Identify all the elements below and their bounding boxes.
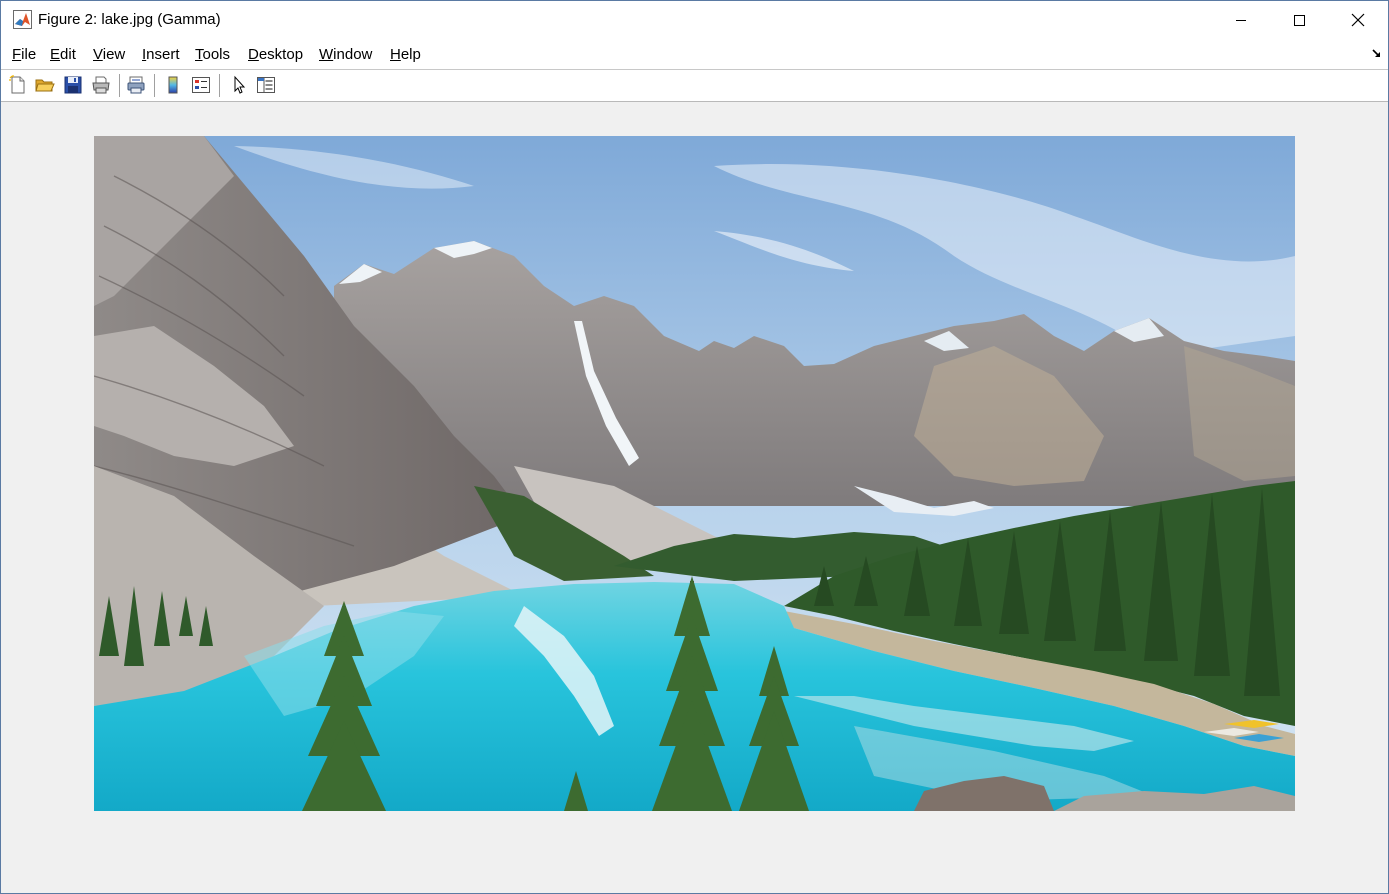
menu-tools[interactable]: Tools — [195, 46, 230, 63]
property-inspector-button[interactable] — [254, 73, 278, 97]
minimize-icon — [1236, 20, 1246, 21]
menu-edit[interactable]: Edit — [50, 46, 76, 63]
image-axes[interactable] — [94, 136, 1295, 811]
figure-canvas — [1, 102, 1388, 893]
folder-open-icon — [35, 79, 55, 92]
close-icon — [1351, 13, 1365, 27]
dock-arrow-icon[interactable] — [1371, 48, 1383, 60]
title-bar[interactable]: Figure 2: lake.jpg (Gamma) — [1, 1, 1388, 39]
menu-insert[interactable]: Insert — [142, 46, 180, 63]
matlab-icon — [13, 10, 32, 29]
minimize-button[interactable] — [1212, 1, 1270, 39]
link-plot-button[interactable] — [124, 73, 148, 97]
link-plot-icon — [127, 76, 145, 94]
window-title: Figure 2: lake.jpg (Gamma) — [38, 11, 221, 28]
insert-colorbar-button[interactable] — [161, 73, 185, 97]
figure-toolbar — [1, 70, 1388, 102]
toolbar-separator — [154, 74, 155, 97]
print-figure-button[interactable] — [89, 73, 113, 97]
toolbar-separator — [219, 74, 220, 97]
figure-window: Figure 2: lake.jpg (Gamma) File Edit Vie… — [0, 0, 1389, 894]
menu-help[interactable]: Help — [390, 46, 421, 63]
new-figure-button[interactable] — [6, 73, 30, 97]
colorbar-icon — [168, 76, 178, 94]
close-button[interactable] — [1329, 1, 1387, 39]
mountain-lake-photo — [94, 136, 1295, 811]
printer-icon — [92, 76, 110, 94]
menu-view[interactable]: View — [93, 46, 125, 63]
save-icon — [64, 76, 82, 94]
legend-icon — [192, 77, 210, 93]
pointer-icon — [234, 75, 246, 94]
save-figure-button[interactable] — [61, 73, 85, 97]
new-file-icon — [9, 75, 25, 94]
toolbar-separator — [119, 74, 120, 97]
maximize-icon — [1294, 15, 1305, 26]
menu-window[interactable]: Window — [319, 46, 372, 63]
open-file-button[interactable] — [33, 73, 57, 97]
menu-desktop[interactable]: Desktop — [248, 46, 303, 63]
maximize-button[interactable] — [1270, 1, 1328, 39]
edit-plot-button[interactable] — [227, 73, 251, 97]
insert-legend-button[interactable] — [189, 73, 213, 97]
menu-bar: File Edit View Insert Tools Desktop Wind… — [1, 39, 1388, 70]
property-inspector-icon — [257, 77, 275, 93]
menu-file[interactable]: File — [12, 46, 36, 63]
